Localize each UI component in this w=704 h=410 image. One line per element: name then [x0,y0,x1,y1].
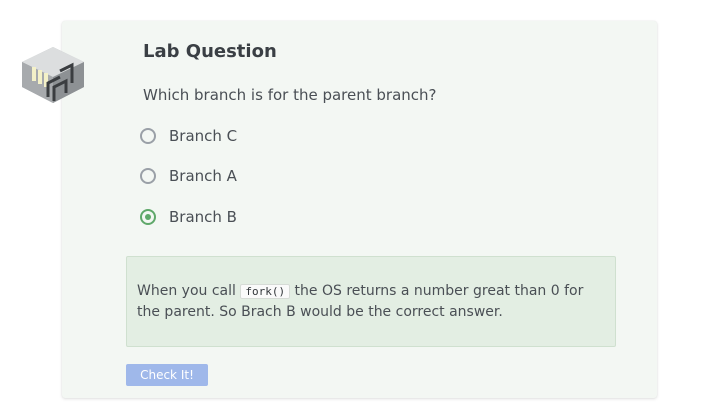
option-label: Branch A [169,167,237,185]
option-branch-a[interactable]: Branch A [140,167,237,185]
code-snippet: fork() [240,284,291,299]
radio-button[interactable] [140,168,156,184]
feedback-text-before: When you call [137,283,236,299]
option-branch-c[interactable]: Branch C [140,127,237,145]
option-label: Branch B [169,208,237,226]
lab-building-icon [22,47,84,103]
feedback-box: When you call fork() the OS returns a nu… [126,256,616,347]
page: Lab Question Which branch is for the par… [0,0,704,410]
radio-button[interactable] [140,128,156,144]
question-text: Which branch is for the parent branch? [143,86,437,104]
option-label: Branch C [169,127,238,145]
check-it-button[interactable]: Check It! [126,364,208,386]
option-branch-b[interactable]: Branch B [140,208,237,226]
page-title: Lab Question [143,41,277,62]
radio-button-selected[interactable] [140,209,156,225]
feedback-text: When you call fork() the OS returns a nu… [137,281,605,323]
